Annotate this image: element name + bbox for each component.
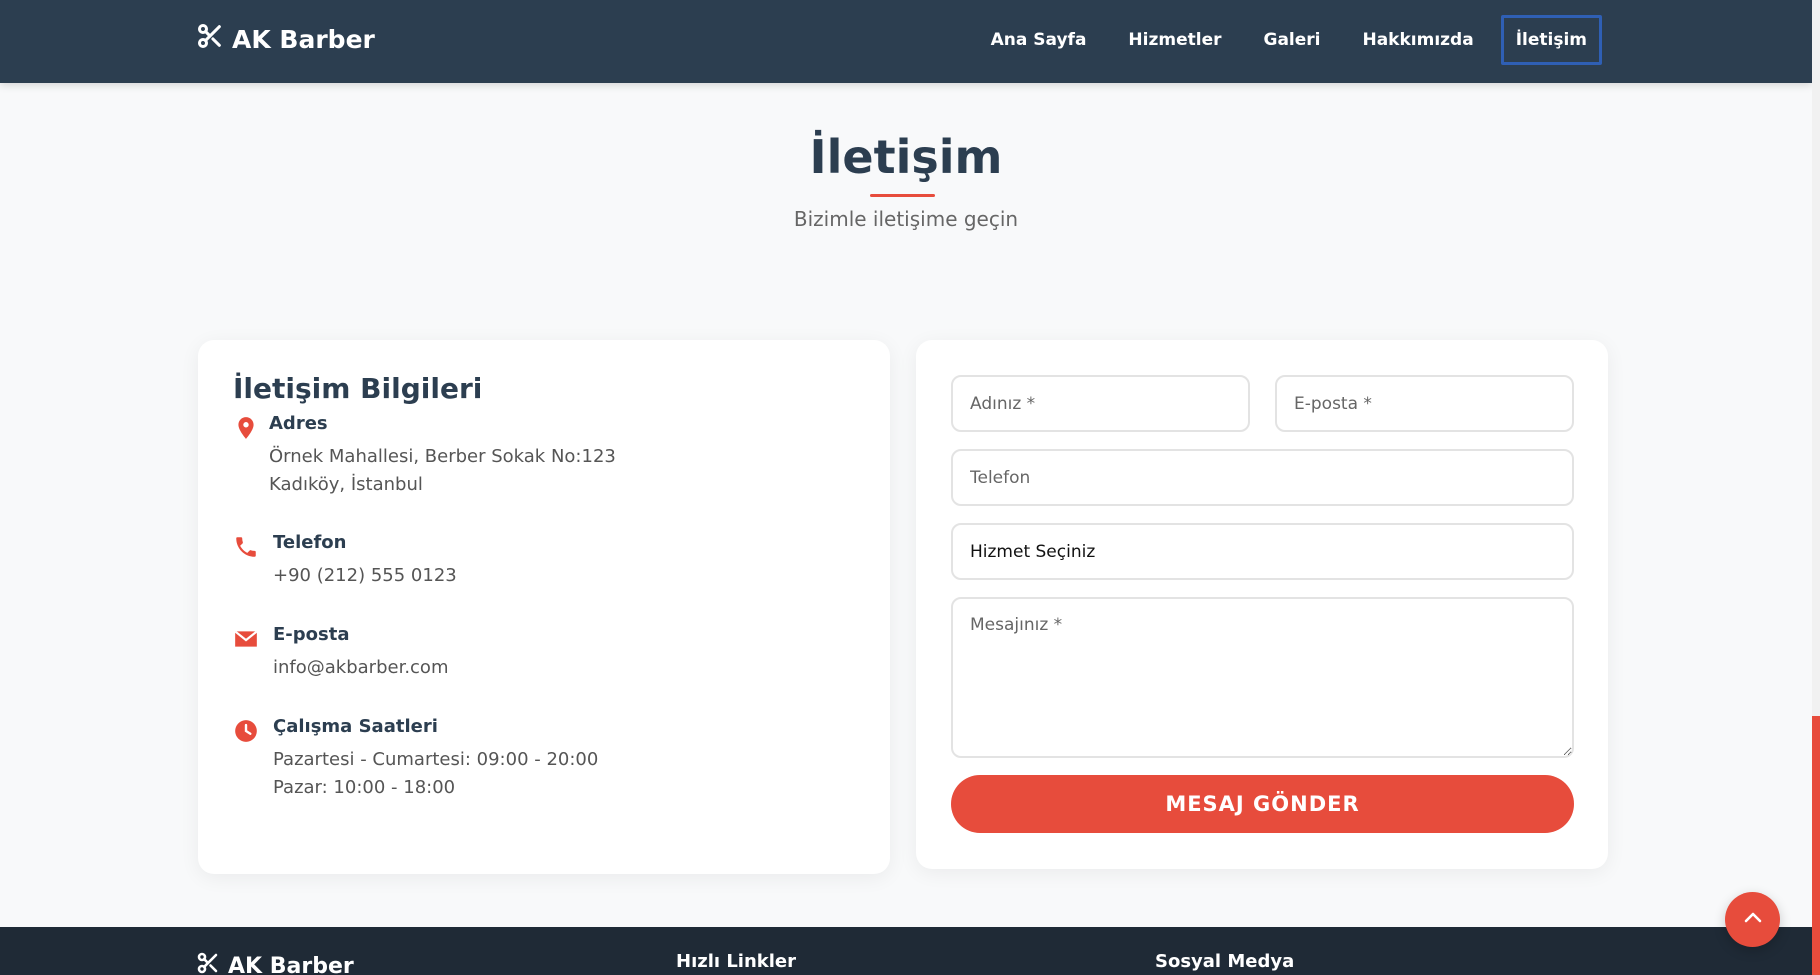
phone-value: +90 (212) 555 0123 — [273, 565, 457, 586]
address-label: Adres — [269, 413, 328, 434]
nav-item-galeri[interactable]: Galeri — [1248, 15, 1335, 65]
address-line: Kadıköy, İstanbul — [269, 474, 423, 495]
title-underline — [870, 194, 935, 197]
contact-form-card: Hizmet Seçiniz MESAJ GÖNDER — [916, 340, 1608, 869]
brand-logo[interactable]: AK Barber — [196, 22, 375, 56]
email-item: E-posta info@akbarber.com — [233, 624, 448, 682]
nav-item-ana-sayfa[interactable]: Ana Sayfa — [976, 15, 1102, 65]
contact-info-title: İletişim Bilgileri — [233, 372, 483, 405]
hours-line: Pazar: 10:00 - 18:00 — [273, 777, 456, 798]
address-line: Örnek Mahallesi, Berber Sokak No:123 — [269, 446, 616, 467]
brand-name: AK Barber — [232, 24, 375, 54]
footer-brand[interactable]: AK Barber — [196, 951, 354, 975]
contact-info-card: İletişim Bilgileri Adres Örnek Mahallesi… — [198, 340, 890, 874]
footer-quick-links-title: Hızlı Linkler — [676, 951, 796, 972]
phone-icon — [233, 534, 259, 564]
nav-item-hizmetler[interactable]: Hizmetler — [1113, 15, 1236, 65]
message-textarea[interactable] — [951, 597, 1574, 758]
section-title: İletişim — [809, 130, 1003, 184]
hours-line: Pazartesi - Cumartesi: 09:00 - 20:00 — [273, 749, 599, 770]
address-item: Adres Örnek Mahallesi, Berber Sokak No:1… — [233, 413, 616, 499]
footer-brand-name: AK Barber — [228, 953, 354, 975]
main-nav: Ana Sayfa Hizmetler Galeri Hakkımızda İl… — [976, 13, 1602, 67]
email-label: E-posta — [273, 624, 350, 645]
back-to-top-button[interactable] — [1725, 892, 1780, 947]
hours-item: Çalışma Saatleri Pazartesi - Cumartesi: … — [233, 716, 598, 802]
name-input[interactable] — [951, 375, 1250, 432]
nav-item-iletisim[interactable]: İletişim — [1500, 15, 1602, 65]
scrollbar-thumb[interactable] — [1812, 716, 1820, 975]
chevron-up-icon — [1741, 906, 1765, 934]
section-subtitle: Bizimle iletişime geçin — [793, 207, 1019, 231]
clock-icon — [233, 718, 259, 748]
email-value: info@akbarber.com — [273, 657, 449, 678]
phone-input[interactable] — [951, 449, 1574, 506]
phone-label: Telefon — [273, 532, 347, 553]
scissors-icon — [196, 951, 220, 975]
phone-item: Telefon +90 (212) 555 0123 — [233, 532, 457, 590]
submit-button[interactable]: MESAJ GÖNDER — [951, 775, 1574, 833]
hours-label: Çalışma Saatleri — [273, 716, 438, 737]
footer-social-title: Sosyal Medya — [1155, 951, 1295, 972]
map-pin-icon — [233, 415, 255, 445]
nav-item-hakkimizda[interactable]: Hakkımızda — [1347, 15, 1488, 65]
page-scrollbar[interactable] — [1812, 0, 1820, 975]
scissors-icon — [196, 22, 224, 56]
service-select[interactable]: Hizmet Seçiniz — [951, 523, 1574, 580]
envelope-icon — [233, 626, 259, 656]
email-input[interactable] — [1275, 375, 1574, 432]
site-footer: AK Barber Hızlı Linkler Sosyal Medya — [0, 927, 1812, 975]
site-header: AK Barber Ana Sayfa Hizmetler Galeri Hak… — [0, 0, 1812, 83]
